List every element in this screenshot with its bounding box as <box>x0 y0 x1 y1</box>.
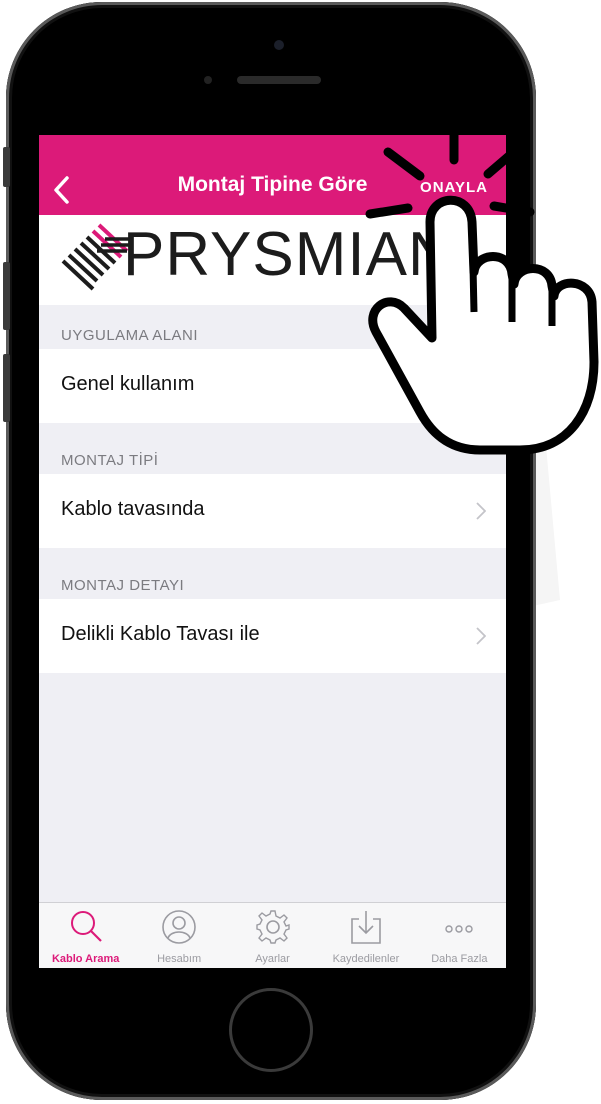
list-item-mount-type[interactable]: Kablo tavasında <box>39 474 506 548</box>
chevron-right-icon <box>476 627 486 645</box>
prysmian-logo-icon <box>61 223 131 291</box>
section-header-mount-detail: MONTAJ DETAYI <box>61 577 185 594</box>
row-value: Genel kullanım <box>61 373 195 395</box>
tab-label: Ayarlar <box>255 953 290 965</box>
row-value: Kablo tavasında <box>61 498 205 520</box>
section-header-application-area: UYGULAMA ALANI <box>61 327 199 344</box>
chevron-right-icon <box>476 502 486 520</box>
more-icon <box>445 925 474 933</box>
tab-kaydedilenler[interactable]: Kaydedilenler <box>319 903 412 968</box>
tab-label: Kaydedilenler <box>332 953 400 965</box>
gear-icon <box>255 910 290 944</box>
volume-up-button <box>3 262 10 330</box>
section-header-mount-type: MONTAJ TİPİ <box>61 452 159 469</box>
mute-switch <box>3 147 10 187</box>
earpiece-speaker <box>237 76 321 84</box>
tab-hesabim[interactable]: Hesabım <box>132 903 225 968</box>
front-camera <box>274 40 284 50</box>
tab-ayarlar[interactable]: Ayarlar <box>226 903 319 968</box>
tab-daha-fazla[interactable]: Daha Fazla <box>413 903 506 968</box>
row-value: Delikli Kablo Tavası ile <box>61 623 260 645</box>
tab-label: Hesabım <box>157 953 202 965</box>
sensor-dot <box>204 76 212 84</box>
tab-bar: Kablo Arama Hesabım Ayarlar Kaydedilenle… <box>39 902 506 968</box>
user-icon <box>162 910 196 944</box>
list-item-mount-detail[interactable]: Delikli Kablo Tavası ile <box>39 599 506 673</box>
tab-label: Daha Fazla <box>431 953 488 965</box>
volume-down-button <box>3 354 10 422</box>
tab-label: Kablo Arama <box>51 953 120 965</box>
tab-kablo-arama[interactable]: Kablo Arama <box>39 903 132 968</box>
tap-hand-icon <box>365 119 599 455</box>
home-button[interactable] <box>229 988 313 1072</box>
search-icon <box>70 911 102 942</box>
download-icon <box>351 911 381 944</box>
